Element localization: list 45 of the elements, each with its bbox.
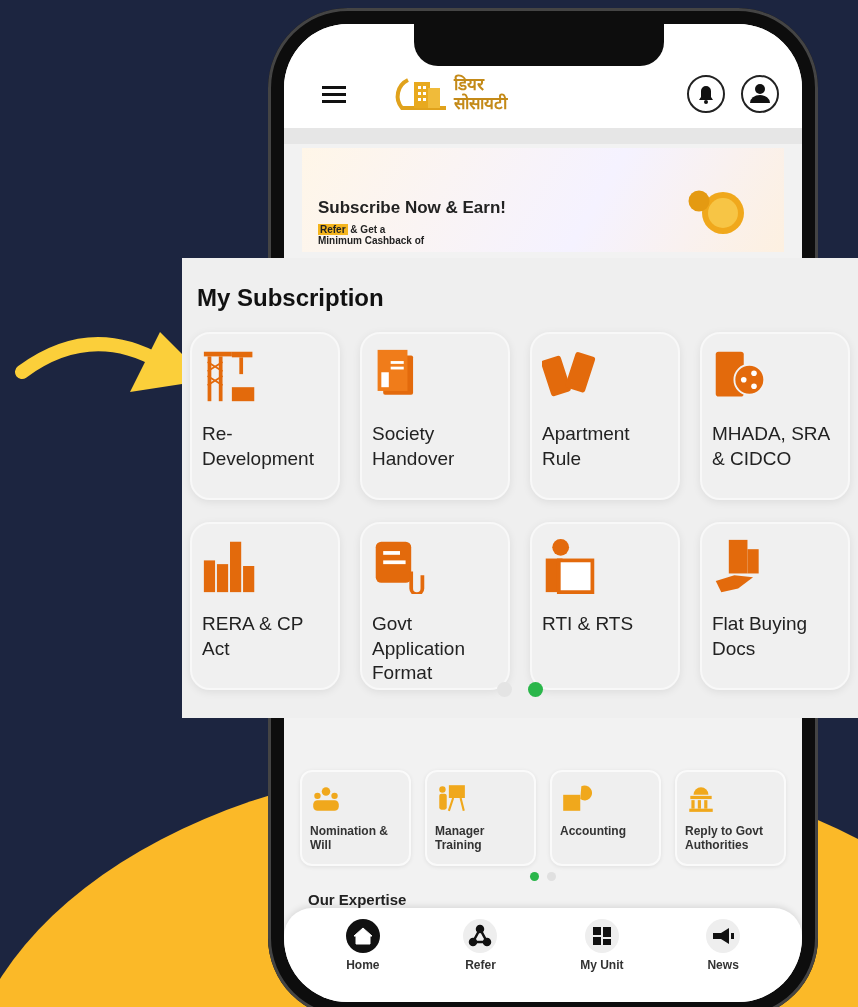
- grid-icon: [583, 918, 620, 954]
- subscription-label: RTI & RTS: [542, 612, 635, 636]
- subscription-label: RERA & CP Act: [202, 612, 305, 661]
- nav-tab[interactable]: Refer: [462, 918, 499, 972]
- promo-banner[interactable]: Subscribe Now & Earn! Refer & Get a Minimum Cashback of: [302, 148, 784, 252]
- service-label: Manager Training: [435, 824, 486, 853]
- page-dot[interactable]: [528, 682, 543, 697]
- subscription-card[interactable]: RTI & RTS: [530, 522, 680, 690]
- bell-icon[interactable]: [686, 74, 726, 114]
- share-icon: [462, 918, 499, 954]
- subscription-label: Society Handover: [372, 422, 456, 471]
- subscription-card[interactable]: Society Handover: [360, 332, 510, 500]
- nav-tab[interactable]: News: [705, 918, 742, 972]
- subscription-label: Flat Buying Docs: [712, 612, 809, 661]
- service-card[interactable]: Reply to Govt Authorities: [675, 770, 786, 866]
- subscription-card[interactable]: Apartment Rule: [530, 332, 680, 500]
- service-card[interactable]: Manager Training: [425, 770, 536, 866]
- logo-text: डियर सोसायटी: [454, 75, 507, 113]
- banner-title: Subscribe Now & Earn!: [318, 198, 507, 218]
- subscription-label: Govt Application Format: [372, 612, 466, 686]
- subscription-label: Re- Development: [202, 422, 315, 471]
- subscription-card[interactable]: Re- Development: [190, 332, 340, 500]
- subscription-label: MHADA, SRA & CIDCO: [712, 422, 832, 471]
- service-label: Reply to Govt Authorities: [685, 824, 764, 853]
- home-icon: [344, 918, 381, 954]
- panel-title: My Subscription: [197, 284, 385, 312]
- banner-text: & Get a: [350, 224, 386, 235]
- megaphone-icon: [705, 918, 742, 954]
- highlight-tag: Refer: [318, 224, 348, 235]
- service-card[interactable]: Accounting: [550, 770, 661, 866]
- nav-tab[interactable]: My Unit: [580, 918, 624, 972]
- page-dot[interactable]: [530, 872, 539, 881]
- subscription-card[interactable]: Flat Buying Docs: [700, 522, 850, 690]
- service-label: Accounting: [560, 824, 627, 839]
- subscription-card[interactable]: RERA & CP Act: [190, 522, 340, 690]
- section-heading: Our Expertise: [307, 890, 408, 908]
- subscription-card[interactable]: MHADA, SRA & CIDCO: [700, 332, 850, 500]
- banner-text: Minimum Cashback of: [318, 235, 426, 246]
- subscription-card[interactable]: Govt Application Format: [360, 522, 510, 690]
- subscription-label: Apartment Rule: [542, 422, 631, 471]
- menu-icon[interactable]: [322, 85, 346, 103]
- nav-tab[interactable]: Home: [344, 918, 381, 972]
- service-card[interactable]: Nomination & Will: [300, 770, 411, 866]
- profile-icon[interactable]: [740, 74, 780, 114]
- service-label: Nomination & Will: [310, 824, 389, 853]
